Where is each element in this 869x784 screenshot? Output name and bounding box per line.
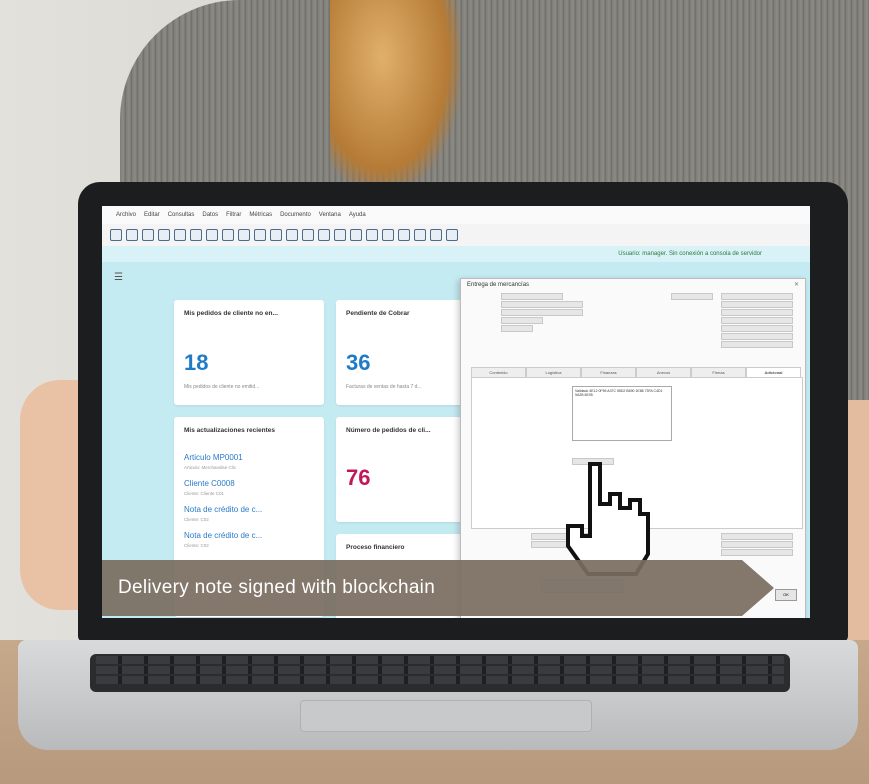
laptop-screen: Archivo Editar Consultas Datos Filtrar M… [102,206,810,618]
hand-pointer-cursor-icon [566,462,650,576]
last-record-icon[interactable] [286,229,298,241]
update-item-link[interactable]: Cliente C0008 [184,479,235,488]
header-field[interactable] [721,333,793,340]
caption-text: Delivery note signed with blockchain [118,577,436,598]
paste-icon[interactable] [190,229,202,241]
tile-orders-title: Mis pedidos de cliente no en... [184,310,278,317]
header-field[interactable] [721,309,793,316]
menu-datos[interactable]: Datos [202,212,218,218]
print-icon[interactable] [142,229,154,241]
next-record-icon[interactable] [270,229,282,241]
tile-order-count-value: 76 [346,465,371,490]
menu-consultas[interactable]: Consultas [168,212,195,218]
tab-logistica[interactable]: Logística [526,367,581,377]
menu-metricas[interactable]: Métricas [249,212,272,218]
tile-pending-title: Pendiente de Cobrar [346,310,410,317]
update-item-sub: Cliente: C02 [184,517,209,522]
footer-field[interactable] [721,533,793,540]
tab-finanzas[interactable]: Finanzas [581,367,636,377]
update-item-sub: Cliente: Cliente C01 [184,491,225,496]
email-icon[interactable] [382,229,394,241]
settings-icon[interactable] [430,229,442,241]
update-item-link[interactable]: Nota de crédito de c... [184,505,262,514]
header-field[interactable] [721,317,793,324]
update-item-sub: Articulo: Merchandise Clic [184,465,237,470]
tile-orders[interactable]: Mis pedidos de cliente no en... 18 Mis p… [174,300,324,405]
header-field[interactable] [501,325,533,332]
previous-record-icon[interactable] [254,229,266,241]
caption-banner: Delivery note signed with blockchain [102,560,774,616]
sort-icon[interactable] [318,229,330,241]
dialog-title: Entrega de mercancías [467,282,530,288]
export-icon[interactable] [366,229,378,241]
refresh-icon[interactable] [334,229,346,241]
close-icon[interactable]: ✕ [794,281,799,288]
keyboard [90,654,790,692]
tile-updates-title: Mis actualizaciones recientes [184,427,276,434]
tile-pending-value: 36 [346,350,371,375]
tab-adicional[interactable]: Adicional [746,367,801,377]
menu-archivo[interactable]: Archivo [116,212,136,218]
hamburger-menu-icon[interactable]: ☰ [114,272,123,283]
tab-firmas[interactable]: Firmas [691,367,746,377]
user-icon[interactable] [414,229,426,241]
menu-documento[interactable]: Documento [280,212,311,218]
open-icon[interactable] [126,229,138,241]
grid-icon[interactable] [222,229,234,241]
person-hair [330,0,460,190]
tile-order-count-title: Número de pedidos de cli... [346,427,431,434]
trackpad [300,700,592,732]
photo-scene: Archivo Editar Consultas Datos Filtrar M… [0,0,869,784]
first-record-icon[interactable] [238,229,250,241]
header-field[interactable] [501,293,563,300]
header-field[interactable] [721,341,793,348]
footer-field[interactable] [721,549,793,556]
menu-bar: Archivo Editar Consultas Datos Filtrar M… [102,206,810,225]
header-field[interactable] [721,301,793,308]
update-item-link[interactable]: Nota de crédito de c... [184,531,262,540]
header-field[interactable] [501,309,583,316]
update-item-sub: Cliente: C02 [184,543,209,548]
dialog-tabs: Contenido Logística Finanzas Anexos Firm… [471,367,801,377]
tile-orders-subtitle: Mis pedidos de cliente no emitid... [184,384,260,390]
new-document-icon[interactable] [110,229,122,241]
calendar-icon[interactable] [398,229,410,241]
header-field[interactable] [721,325,793,332]
tab-anexos[interactable]: Anexos [636,367,691,377]
menu-ventana[interactable]: Ventana [319,212,341,218]
menu-editar[interactable]: Editar [144,212,160,218]
menu-filtrar[interactable]: Filtrar [226,212,241,218]
menu-ayuda[interactable]: Ayuda [349,212,366,218]
header-field[interactable] [501,301,583,308]
toolbar [102,224,810,247]
accept-button[interactable]: OK [775,589,797,601]
footer-field[interactable] [721,541,793,548]
chart-icon[interactable] [350,229,362,241]
help-icon[interactable] [446,229,458,241]
tile-finance-title: Proceso financiero [346,544,405,551]
header-field[interactable] [671,293,713,300]
copy-icon[interactable] [174,229,186,241]
filter-icon[interactable] [302,229,314,241]
tile-pending-subtitle: Facturas de ventas de hasta 7 d... [346,384,422,390]
status-bar: Usuario: manager. Sin conexión a consola… [102,246,810,262]
tab-contenido[interactable]: Contenido [471,367,526,377]
update-item-link[interactable]: Articulo MP0001 [184,453,243,462]
tile-orders-value: 18 [184,350,209,375]
save-icon[interactable] [158,229,170,241]
add-icon[interactable] [206,229,218,241]
header-field[interactable] [501,317,543,324]
header-field[interactable] [721,293,793,300]
signature-textarea[interactable]: Validado 4E12 0F59 A37C 55D2 B690 1E88 7… [572,386,672,441]
